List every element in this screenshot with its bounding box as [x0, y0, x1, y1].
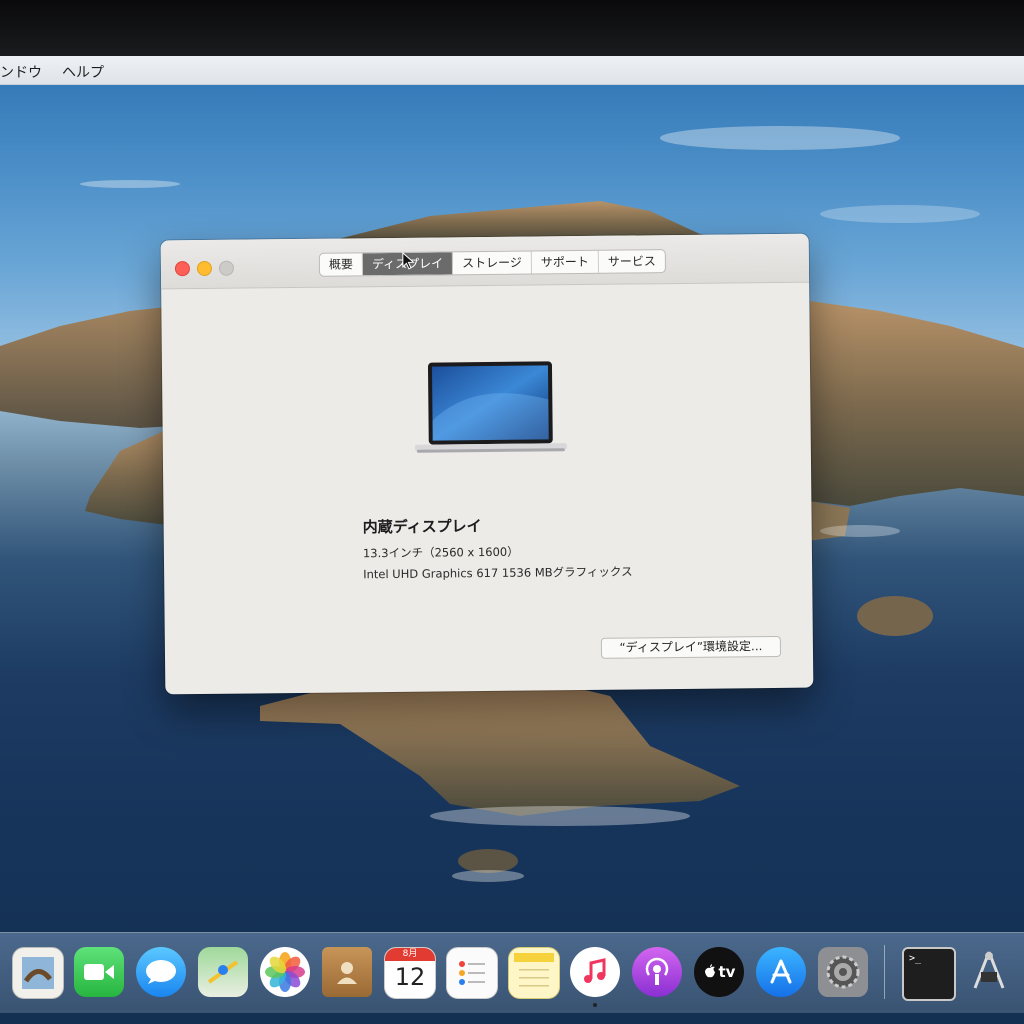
- window-titlebar[interactable]: 概要 ディスプレイ ストレージ サポート サービス: [160, 233, 810, 290]
- terminal-icon[interactable]: >_: [902, 947, 956, 1001]
- music-running-indicator: [593, 1003, 597, 1007]
- apple-logo-icon: [704, 964, 715, 978]
- minimize-button[interactable]: [196, 260, 213, 277]
- calendar-month: 8月: [385, 948, 435, 961]
- music-icon[interactable]: [570, 947, 620, 997]
- menu-window[interactable]: ンドウ: [0, 62, 42, 82]
- tab-overview[interactable]: 概要: [319, 253, 364, 276]
- terminal-prompt: >_: [909, 953, 922, 964]
- tab-support[interactable]: サポート: [531, 250, 599, 274]
- desktop: ンドウ ヘルプ 概要 ディスプレイ ストレージ サポート サービス: [0, 56, 1024, 1024]
- tab-bar: 概要 ディスプレイ ストレージ サポート サービス: [318, 249, 666, 277]
- display-size: 13.3インチ（2560 x 1600）: [362, 544, 519, 561]
- tab-service[interactable]: サービス: [599, 250, 665, 273]
- macbook-display-icon: [414, 361, 567, 453]
- mouse-pointer-icon: [402, 251, 415, 270]
- system-information-icon[interactable]: [964, 947, 1014, 997]
- notes-icon[interactable]: [508, 947, 560, 999]
- dock-separator: [884, 945, 885, 999]
- reminders-icon[interactable]: [446, 947, 498, 999]
- menu-bar: ンドウ ヘルプ: [0, 56, 1024, 85]
- apple-tv-label: tv: [718, 963, 736, 981]
- calendar-day: 12: [394, 963, 426, 991]
- messages-icon[interactable]: [136, 947, 186, 997]
- menu-help[interactable]: ヘルプ: [62, 62, 104, 82]
- maps-icon[interactable]: [198, 947, 248, 997]
- graphics-info: Intel UHD Graphics 617 1536 MBグラフィックス: [363, 564, 633, 582]
- dock: 8月 12 tv >_: [0, 932, 1024, 1013]
- podcasts-icon[interactable]: [632, 947, 682, 997]
- app-store-icon[interactable]: [756, 947, 806, 997]
- monitor-bezel: [0, 0, 1024, 58]
- facetime-icon[interactable]: [74, 947, 124, 997]
- photos-icon[interactable]: [260, 947, 310, 997]
- display-preferences-button[interactable]: “ディスプレイ”環境設定...: [600, 635, 782, 659]
- tab-storage[interactable]: ストレージ: [452, 251, 532, 275]
- zoom-button-disabled: [218, 260, 235, 276]
- apple-tv-icon[interactable]: tv: [694, 947, 744, 997]
- contacts-icon[interactable]: [322, 947, 372, 997]
- system-preferences-icon[interactable]: [818, 947, 868, 997]
- about-this-mac-window: 概要 ディスプレイ ストレージ サポート サービス: [160, 233, 814, 695]
- close-button[interactable]: [174, 261, 191, 277]
- preview-icon[interactable]: [12, 947, 64, 999]
- calendar-icon[interactable]: 8月 12: [384, 947, 436, 999]
- display-name: 内蔵ディスプレイ: [362, 517, 482, 537]
